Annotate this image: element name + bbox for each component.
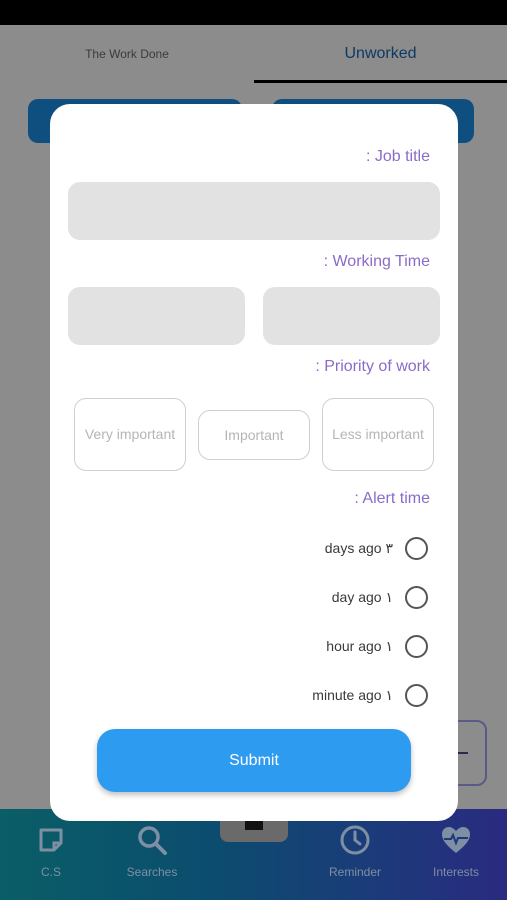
clock-icon (338, 823, 372, 857)
radio-button[interactable] (405, 585, 428, 609)
priority-important-button[interactable]: Important (198, 410, 310, 460)
nav-label-searches: Searches (126, 865, 178, 879)
nav-item-searches[interactable]: Searches (117, 809, 187, 900)
minus-icon (458, 752, 468, 754)
priority-very-important-button[interactable]: Very important (74, 398, 186, 471)
working-time-end-input[interactable] (263, 287, 440, 345)
job-title-input[interactable] (68, 182, 440, 240)
tab-work-done[interactable]: The Work Done (0, 25, 254, 83)
submit-button[interactable]: Submit (97, 729, 411, 792)
radio-button[interactable] (405, 536, 428, 560)
tab-bar: The Work Done Unworked (0, 25, 507, 83)
note-icon (34, 823, 68, 857)
nav-item-interests[interactable]: Interests (420, 809, 492, 900)
center-glyph-icon (245, 820, 263, 830)
nav-label-interests: Interests (432, 865, 480, 879)
alert-option-label: days ago ٣ (324, 539, 393, 556)
heart-pulse-icon (439, 823, 473, 857)
alert-option-minute[interactable]: minute ago ١ (312, 682, 428, 708)
alert-time-label: : Alert time (354, 490, 430, 507)
status-bar (0, 0, 507, 25)
active-tab-indicator (254, 80, 507, 83)
alert-option-label: hour ago ١ (326, 637, 393, 654)
job-title-label: : Job title (365, 148, 430, 165)
alert-option-days[interactable]: days ago ٣ (325, 535, 428, 561)
nav-item-reminder[interactable]: Reminder (320, 809, 390, 900)
alert-option-label: minute ago ١ (312, 686, 393, 703)
alert-option-hour[interactable]: hour ago ١ (326, 633, 428, 659)
nav-label-reminder: Reminder (328, 865, 382, 879)
working-time-start-input[interactable] (68, 287, 245, 345)
alert-option-label: day ago ١ (331, 588, 393, 605)
priority-less-important-button[interactable]: Less important (322, 398, 434, 471)
add-work-dialog: : Job title : Working Time : Priority of… (50, 104, 458, 821)
nav-label-cs: C.S (40, 865, 61, 879)
nav-item-cs[interactable]: C.S (21, 809, 81, 900)
alert-option-day[interactable]: day ago ١ (332, 584, 428, 610)
search-icon (135, 823, 169, 857)
radio-button[interactable] (405, 634, 428, 658)
priority-label: : Priority of work (315, 358, 430, 375)
radio-button[interactable] (405, 683, 428, 707)
tab-unworked[interactable]: Unworked (254, 25, 507, 83)
working-time-label: : Working Time (323, 253, 430, 270)
